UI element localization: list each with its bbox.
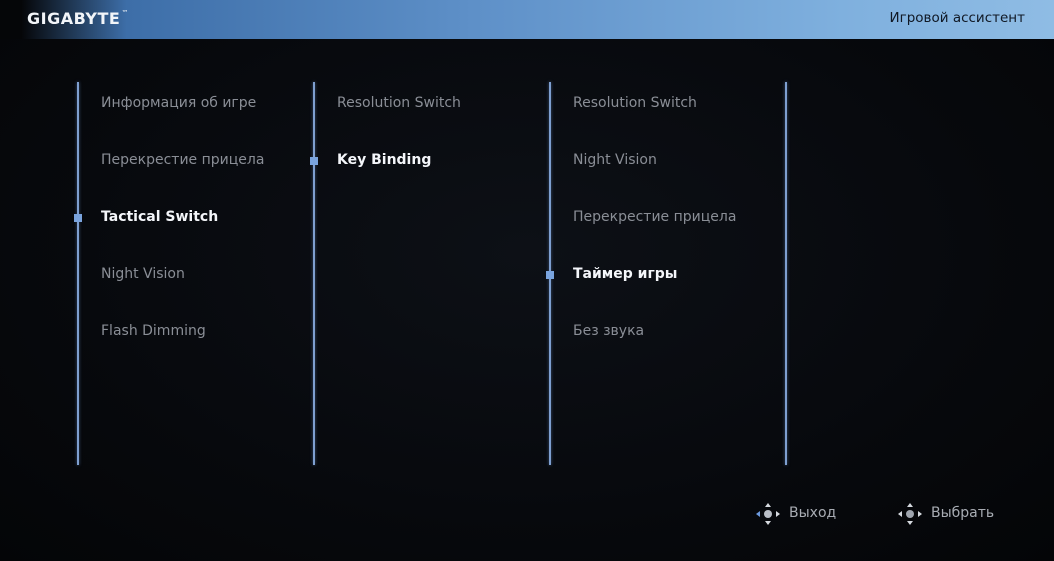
option-label: Перекрестие прицела	[573, 209, 737, 225]
selection-marker-icon	[546, 271, 554, 279]
menu-item-crosshair[interactable]: Перекрестие прицела	[101, 151, 264, 208]
option-crosshair[interactable]: Перекрестие прицела	[573, 208, 736, 265]
header-bar: GIGABYTE™ Игровой ассистент	[0, 0, 1054, 39]
exit-label: Выход	[789, 505, 837, 521]
option-game-timer[interactable]: Таймер игры	[546, 265, 736, 322]
option-label: Night Vision	[573, 152, 657, 168]
menu-column-level2: Resolution Switch Key Binding	[310, 94, 461, 208]
menu-item-label: Resolution Switch	[337, 95, 461, 111]
osd-screen: GIGABYTE™ Игровой ассистент Информация о…	[0, 0, 1054, 561]
menu-column-level1: Информация об игре Перекрестие прицела T…	[74, 94, 264, 379]
menu-item-flash-dimming[interactable]: Flash Dimming	[101, 322, 264, 379]
menu-item-tactical-switch[interactable]: Tactical Switch	[74, 208, 264, 265]
menu-item-label: Перекрестие прицела	[101, 152, 265, 168]
option-resolution-switch[interactable]: Resolution Switch	[573, 94, 736, 151]
joystick-press-icon	[898, 503, 922, 525]
menu-item-label: Night Vision	[101, 266, 185, 282]
option-mute[interactable]: Без звука	[573, 322, 736, 379]
column-divider-1	[77, 82, 79, 465]
menu-item-label: Key Binding	[337, 152, 432, 168]
brand-logo: GIGABYTE™	[27, 9, 129, 28]
menu-item-label: Flash Dimming	[101, 323, 206, 339]
trademark-mark: ™	[121, 9, 129, 17]
menu-column-level3: Resolution Switch Night Vision Перекрест…	[546, 94, 736, 379]
option-label: Resolution Switch	[573, 95, 697, 111]
brand-name: GIGABYTE	[27, 9, 121, 28]
option-label: Таймер игры	[573, 266, 678, 282]
menu-item-resolution-switch[interactable]: Resolution Switch	[337, 94, 461, 151]
menu-item-label: Tactical Switch	[101, 209, 219, 225]
menu-item-key-binding[interactable]: Key Binding	[310, 151, 461, 208]
select-label: Выбрать	[931, 505, 995, 521]
option-label: Без звука	[573, 323, 645, 339]
selection-marker-icon	[310, 157, 318, 165]
column-divider-2	[313, 82, 315, 465]
joystick-left-icon	[756, 503, 780, 525]
option-night-vision[interactable]: Night Vision	[573, 151, 736, 208]
selection-marker-icon	[74, 214, 82, 222]
column-divider-4	[785, 82, 787, 465]
page-title: Игровой ассистент	[889, 10, 1025, 26]
menu-item-label: Информация об игре	[101, 95, 257, 111]
menu-item-night-vision[interactable]: Night Vision	[101, 265, 264, 322]
menu-item-game-info[interactable]: Информация об игре	[101, 94, 264, 151]
